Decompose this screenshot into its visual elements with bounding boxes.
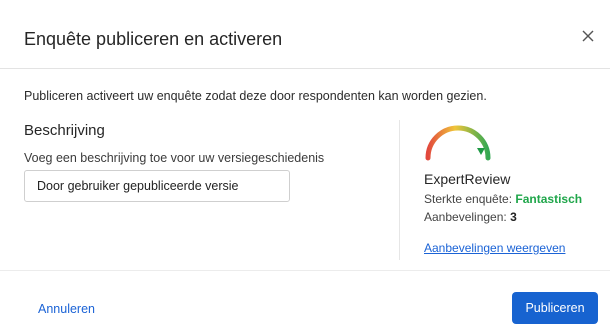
cancel-button[interactable]: Annuleren (38, 302, 95, 316)
survey-strength-label: Sterkte enquête: (424, 192, 516, 206)
dialog-header: Enquête publiceren en activeren (0, 0, 610, 69)
footer-divider (0, 270, 610, 271)
column-divider (399, 120, 400, 260)
survey-strength-value: Fantastisch (515, 192, 583, 206)
publish-dialog: Enquête publiceren en activeren Publicer… (0, 0, 610, 329)
description-input[interactable] (24, 170, 290, 202)
close-icon[interactable] (580, 28, 596, 44)
dialog-title: Enquête publiceren en activeren (24, 29, 283, 49)
view-recommendations-link[interactable]: Aanbevelingen weergeven (424, 241, 565, 255)
quality-gauge-icon (425, 125, 491, 161)
survey-strength: Sterkte enquête: Fantastisch (424, 192, 582, 206)
recommendations-count: Aanbevelingen: 3 (424, 210, 517, 224)
recommendations-value: 3 (510, 210, 517, 224)
description-heading: Beschrijving (24, 122, 105, 139)
expert-review-title: ExpertReview (424, 171, 511, 187)
publish-button[interactable]: Publiceren (512, 292, 598, 324)
recommendations-label: Aanbevelingen: (424, 210, 511, 224)
description-field-label: Voeg een beschrijving toe voor uw versie… (24, 151, 325, 165)
intro-text: Publiceren activeert uw enquête zodat de… (24, 89, 487, 103)
